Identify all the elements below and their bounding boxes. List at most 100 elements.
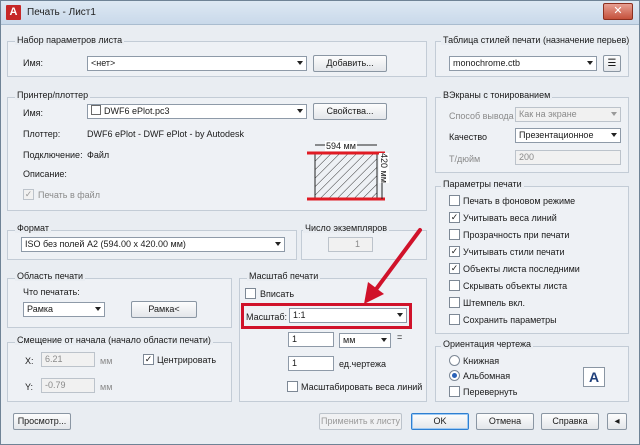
plot-options-group (435, 186, 629, 334)
drawing-units-label: ед.чертежа (339, 359, 387, 369)
dpi-label: Т/дюйм (449, 154, 481, 164)
edit-plot-style-button[interactable]: ☰ (603, 55, 621, 72)
upside-down-label: Перевернуть (463, 387, 518, 397)
portrait-label: Книжная (463, 356, 500, 366)
offset-y-label: Y: (25, 382, 34, 392)
shaded-viewport-title: ВЭкраны с тонированием (441, 90, 553, 100)
plot-option-label: Учитывать стили печати (463, 247, 565, 257)
plot-option-label: Печать в фоновом режиме (463, 196, 576, 206)
plot-options-title: Параметры печати (441, 179, 524, 189)
apply-to-layout-button[interactable]: Применить к листу (319, 413, 402, 430)
dpi-value: 200 (519, 152, 535, 162)
scale-value1-input[interactable]: 1 (288, 332, 334, 347)
frame-button[interactable]: Рамка< (131, 301, 197, 318)
chevron-down-icon (275, 242, 281, 246)
offset-x-unit: мм (100, 356, 113, 366)
connection-label: Подключение: (23, 150, 83, 160)
print-to-file-checkbox[interactable]: ✓ (23, 189, 34, 200)
annotation-arrow-icon (364, 228, 422, 304)
quality-select[interactable]: Презентационное (515, 128, 621, 143)
center-plot-label: Центрировать (157, 355, 217, 365)
plot-option-checkbox[interactable]: ✓ (449, 212, 460, 223)
plot-option-checkbox[interactable] (449, 314, 460, 325)
offset-y-value: -0.79 (45, 380, 66, 390)
scale-lineweights-checkbox[interactable] (287, 381, 298, 392)
description-label: Описание: (23, 169, 67, 179)
chevron-down-icon (397, 313, 403, 317)
plot-option-checkbox[interactable]: ✓ (449, 263, 460, 274)
scale-value2-input[interactable]: 1 (288, 356, 334, 371)
fit-to-paper-label: Вписать (260, 289, 295, 299)
chevron-down-icon (95, 307, 101, 311)
offset-x-label: X: (25, 356, 34, 366)
offset-group (7, 342, 232, 402)
connection-value: Файл (87, 150, 110, 160)
plot-option-checkbox[interactable] (449, 297, 460, 308)
plot-option-label: Учитывать веса линий (463, 213, 557, 223)
shade-output-value: Как на экране (519, 109, 577, 119)
format-title: Формат (15, 223, 51, 233)
printer-properties-button[interactable]: Свойства... (313, 103, 387, 120)
plot-option-label: Прозрачность при печати (463, 230, 570, 240)
offset-title: Смещение от начала (начало области печат… (15, 335, 213, 345)
portrait-radio[interactable] (449, 355, 460, 366)
plot-option-checkbox[interactable]: ✓ (449, 246, 460, 257)
help-button[interactable]: Справка (541, 413, 599, 430)
plot-option-label: Скрывать объекты листа (463, 281, 568, 291)
print-area-title: Область печати (15, 271, 86, 281)
landscape-radio[interactable] (449, 370, 460, 381)
shade-output-select[interactable]: Как на экране (515, 107, 621, 122)
format-select-value: ISO без полей A2 (594.00 x 420.00 мм) (25, 239, 186, 249)
offset-y-input[interactable]: -0.79 (41, 378, 95, 393)
chevron-down-icon (297, 109, 303, 113)
plot-scale-title: Масштаб печати (247, 271, 321, 281)
plot-option-checkbox[interactable] (449, 280, 460, 291)
page-setup-select-value: <нет> (91, 58, 116, 68)
quality-label: Качество (449, 132, 488, 142)
scale-select-value: 1:1 (293, 310, 306, 320)
paper-sheet (314, 152, 378, 200)
scale-value2: 1 (292, 358, 298, 368)
plot-option-label: Объекты листа последними (463, 264, 580, 274)
ok-button[interactable]: OK (411, 413, 469, 430)
scale-value1: 1 (292, 334, 298, 344)
print-to-file-label: Печать в файл (38, 190, 100, 200)
paper-height-label: 420 мм (379, 153, 389, 183)
center-plot-checkbox[interactable]: ✓ (143, 354, 154, 365)
add-page-setup-button[interactable]: Добавить... (313, 55, 387, 72)
scale-label: Масштаб: (246, 312, 288, 322)
format-select[interactable]: ISO без полей A2 (594.00 x 420.00 мм) (21, 237, 285, 252)
scale-unit-select[interactable]: мм (339, 333, 391, 348)
close-button[interactable]: ✕ (603, 3, 633, 20)
scale-unit-value: мм (343, 335, 356, 345)
upside-down-checkbox[interactable] (449, 386, 460, 397)
what-to-print-select[interactable]: Рамка (23, 302, 105, 317)
print-dialog: A Печать - Лист1 ✕ Набор параметров лист… (0, 0, 640, 445)
offset-x-input[interactable]: 6.21 (41, 352, 95, 367)
quality-value: Презентационное (519, 130, 594, 140)
plotter-value: DWF6 ePlot - DWF ePlot - by Autodesk (87, 129, 245, 139)
chevron-down-icon (611, 133, 617, 137)
dpi-input[interactable]: 200 (515, 150, 621, 165)
preview-button[interactable]: Просмотр... (13, 413, 71, 430)
scale-select[interactable]: 1:1 (289, 308, 407, 323)
what-to-print-value: Рамка (27, 304, 54, 314)
fit-to-paper-checkbox[interactable] (245, 288, 256, 299)
plot-option-checkbox[interactable] (449, 195, 460, 206)
plot-style-select[interactable]: monochrome.ctb (449, 56, 597, 71)
printer-select[interactable]: DWF6 ePlot.pc3 (87, 104, 307, 119)
plot-style-editor-icon: ☰ (607, 58, 617, 69)
collapse-button[interactable]: ◂ (607, 413, 627, 430)
offset-x-value: 6.21 (45, 354, 63, 364)
window-title: Печать - Лист1 (27, 7, 96, 18)
cancel-button[interactable]: Отмена (476, 413, 534, 430)
page-setup-title: Набор параметров листа (15, 35, 125, 45)
orientation-title: Ориентация чертежа (441, 339, 534, 349)
what-to-print-label: Что печатать: (23, 287, 80, 297)
equals-sign: = (397, 332, 403, 342)
plot-option-checkbox[interactable] (449, 229, 460, 240)
page-setup-select[interactable]: <нет> (87, 56, 307, 71)
plot-style-title: Таблица стилей печати (назначение перьев… (441, 35, 632, 45)
shade-output-label: Способ вывода (449, 111, 514, 121)
chevron-down-icon (611, 112, 617, 116)
